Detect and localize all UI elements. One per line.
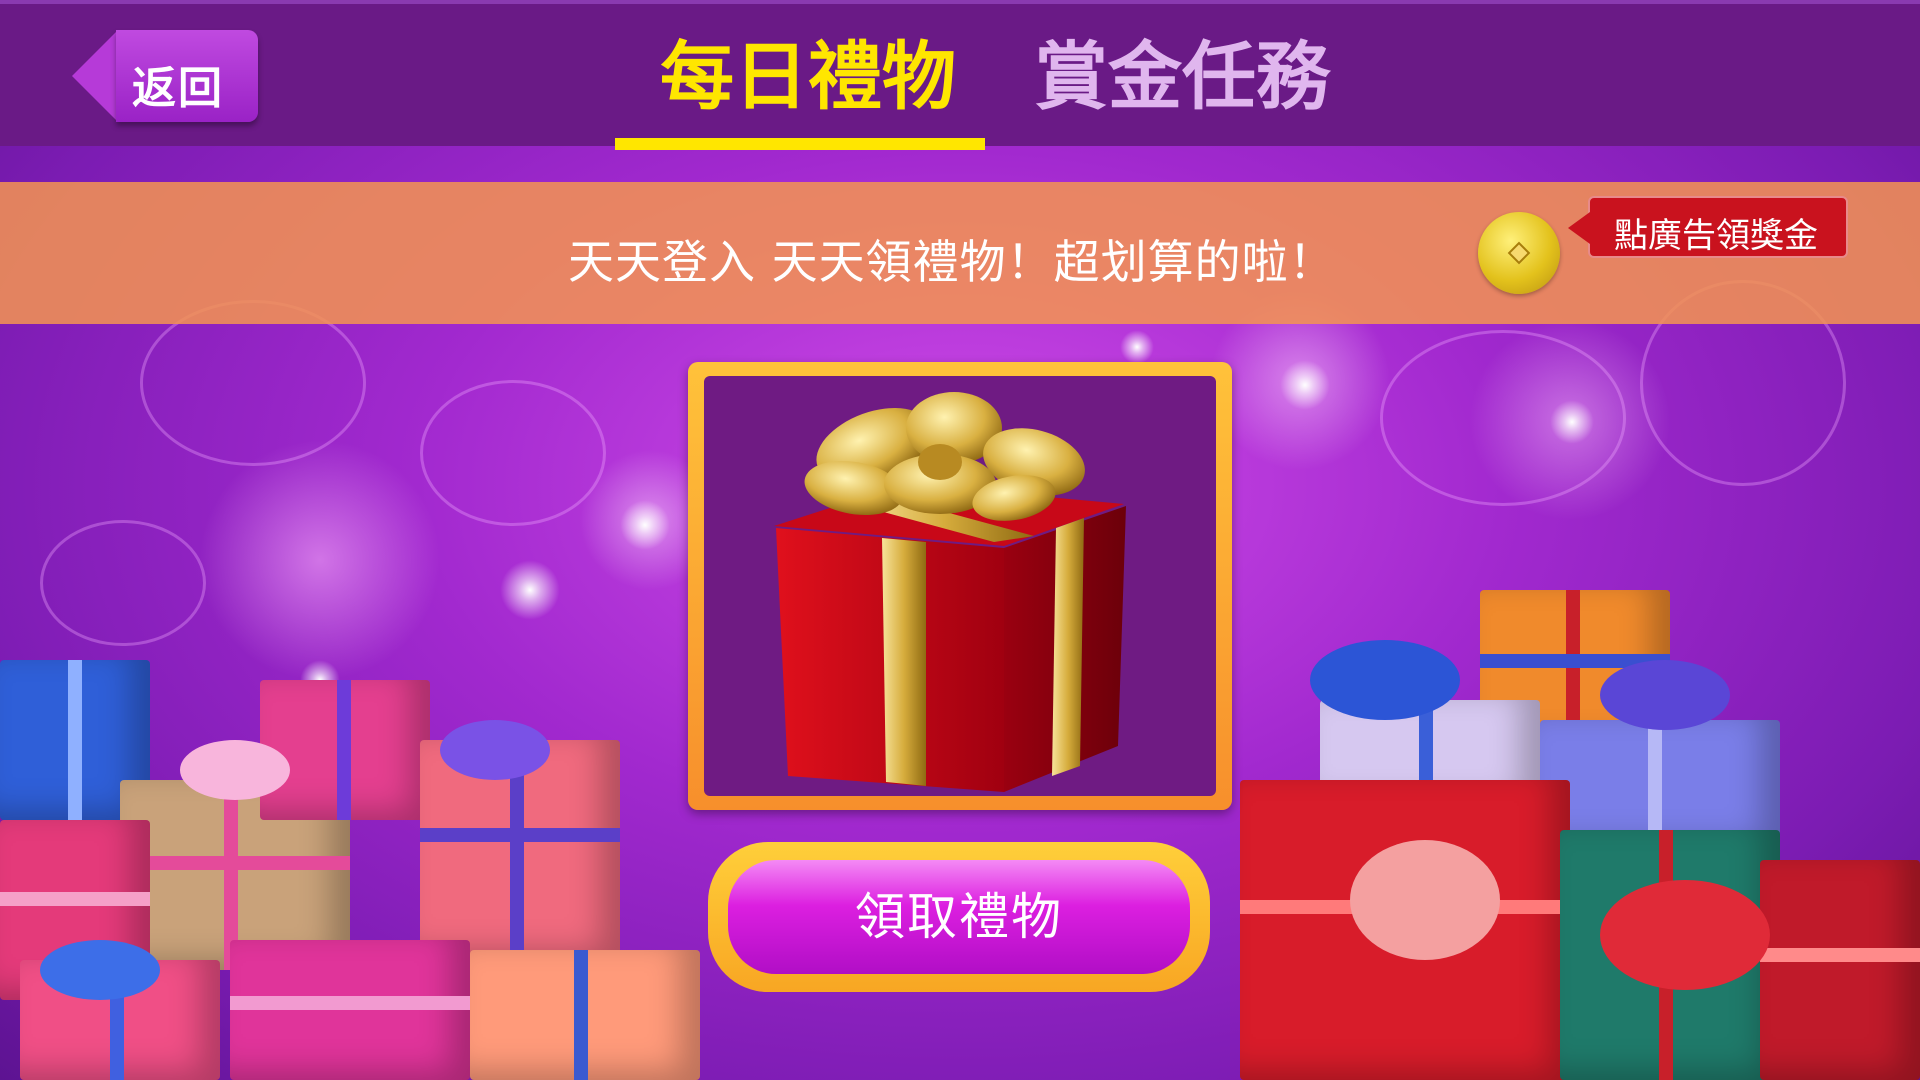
background-swirl xyxy=(420,380,606,526)
gift-bow xyxy=(1310,640,1460,720)
gift-pile-left xyxy=(0,620,700,1080)
gift-bow xyxy=(1350,840,1500,960)
ad-reward-label: 點廣告領獎金 xyxy=(1614,216,1818,256)
back-button[interactable]: 返回 xyxy=(72,30,258,122)
background-gift xyxy=(470,950,700,1080)
background-swirl xyxy=(140,300,366,466)
sparkle xyxy=(1550,400,1594,444)
gift-ribbon-side xyxy=(1052,518,1084,776)
top-bar: 返回 每日禮物 賞金任務 xyxy=(0,0,1920,150)
gift-bow xyxy=(1600,880,1770,990)
ad-tag-pointer xyxy=(1568,212,1590,244)
gift-pile-right xyxy=(1220,580,1920,1080)
active-tab-indicator xyxy=(615,138,985,150)
gift-bow xyxy=(40,940,160,1000)
gift-box-icon xyxy=(774,392,1126,792)
gift-bow-knot xyxy=(918,444,962,480)
daily-gift-screen: 返回 每日禮物 賞金任務 天天登入 天天領禮物！超划算的啦！ 點廣告領獎金 領取… xyxy=(0,0,1920,1080)
sparkle xyxy=(500,560,560,620)
ad-reward-button[interactable]: 點廣告領獎金 xyxy=(1568,196,1848,258)
gift-bow xyxy=(440,720,550,780)
gift-bow xyxy=(180,740,290,800)
gold-coin-icon[interactable] xyxy=(1478,212,1560,294)
sparkle xyxy=(1120,330,1154,364)
sparkle xyxy=(1280,360,1330,410)
daily-login-banner: 天天登入 天天領禮物！超划算的啦！ 點廣告領獎金 xyxy=(0,182,1920,324)
gift-ribbon-front xyxy=(882,538,926,786)
claim-gift-button-label: 領取禮物 xyxy=(728,860,1190,974)
gift-card-inner xyxy=(704,376,1216,796)
gift-bow xyxy=(1600,660,1730,730)
banner-message: 天天登入 天天領禮物！超划算的啦！ xyxy=(568,235,1336,289)
tab-bounty-missions[interactable]: 賞金任務 xyxy=(1034,32,1330,122)
tab-daily-gift[interactable]: 每日禮物 xyxy=(660,32,956,122)
background-gift xyxy=(230,940,470,1080)
gift-card xyxy=(688,362,1232,810)
back-button-label: 返回 xyxy=(132,63,224,114)
background-gift xyxy=(260,680,430,820)
background-gift xyxy=(1760,860,1920,1080)
back-arrow-icon xyxy=(72,30,118,122)
claim-gift-button[interactable]: 領取禮物 xyxy=(708,842,1210,992)
coin-center xyxy=(1507,241,1531,265)
sparkle xyxy=(620,500,670,550)
